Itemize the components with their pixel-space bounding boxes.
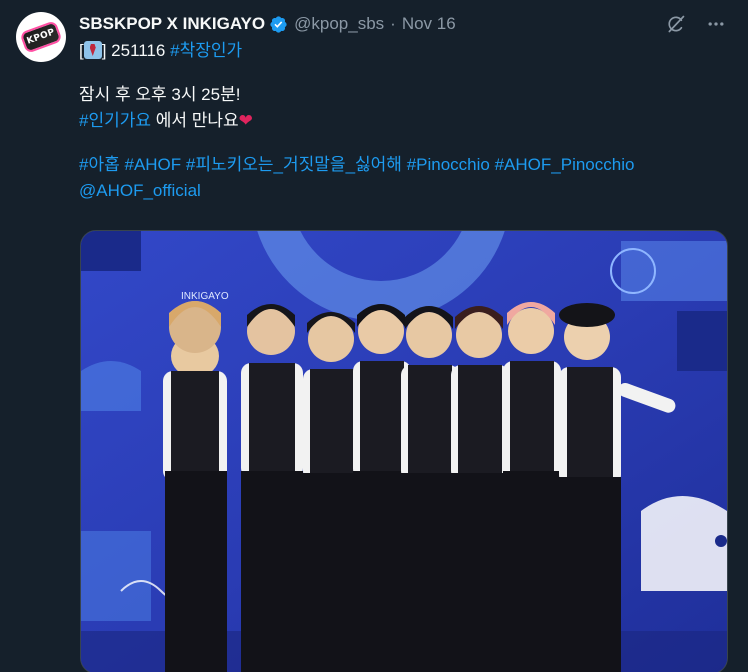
hashtag-link[interactable]: #착장인가 [170, 41, 242, 60]
author-name[interactable]: SBSKPOP X INKIGAYO [79, 14, 265, 34]
tweet-line-3-text: 에서 만나요 [151, 111, 239, 130]
more-icon[interactable] [704, 12, 728, 36]
hashtag-link[interactable]: #인기가요 [79, 111, 151, 130]
tweet-date[interactable]: Nov 16 [402, 14, 456, 34]
avatar-logo-text: KPOP [25, 27, 57, 47]
hashtag-link[interactable]: #Pinocchio [407, 155, 490, 174]
necktie-emoji-icon [83, 41, 102, 59]
author-handle[interactable]: @kpop_sbs [294, 14, 384, 34]
tweet-hashtags-line: #아홉 #AHOF #피노키오는_거짓말을_싫어해 #Pinocchio #AH… [79, 152, 728, 178]
backdrop-text: INKIGAYO [181, 291, 229, 302]
tweet-header-actions [664, 12, 728, 36]
tweet-media-photo[interactable]: INKIGAYO [80, 230, 728, 672]
separator-dot: · [390, 14, 396, 33]
tweet-date-code: ] 251116 [101, 41, 171, 60]
tweet-line-3: #인기가요 에서 만나요❤ [79, 108, 728, 134]
hashtag-link[interactable]: #피노키오는_거짓말을_싫어해 [186, 155, 402, 174]
verified-badge-icon[interactable] [269, 15, 288, 34]
tweet-line-1: [] 251116 #착장인가 [79, 38, 728, 64]
kpop-logo-icon: KPOP [19, 20, 63, 54]
grok-icon[interactable] [664, 12, 688, 36]
hashtag-link[interactable]: #아홉 [79, 155, 120, 174]
mention-link[interactable]: @AHOF_official [79, 181, 201, 200]
tweet-mention-line: @AHOF_official [79, 178, 728, 204]
tweet-text: [] 251116 #착장인가 잠시 후 오후 3시 25분! #인기가요 에서… [79, 38, 728, 204]
red-heart-emoji-icon: ❤ [238, 111, 253, 131]
tweet[interactable]: KPOP SBSKPOP X INKIGAYO @kpop_sbs · Nov … [0, 0, 748, 672]
group-photo-illustration: INKIGAYO [81, 231, 727, 672]
avatar[interactable]: KPOP [16, 12, 66, 62]
hashtag-link[interactable]: #AHOF [124, 155, 181, 174]
tweet-line-2: 잠시 후 오후 3시 25분! [79, 85, 241, 104]
tweet-content: SBSKPOP X INKIGAYO @kpop_sbs · Nov 16 [… [79, 10, 728, 204]
member-1 [163, 301, 227, 672]
hashtag-link[interactable]: #AHOF_Pinocchio [495, 155, 635, 174]
tweet-header: SBSKPOP X INKIGAYO @kpop_sbs · Nov 16 [79, 10, 728, 38]
